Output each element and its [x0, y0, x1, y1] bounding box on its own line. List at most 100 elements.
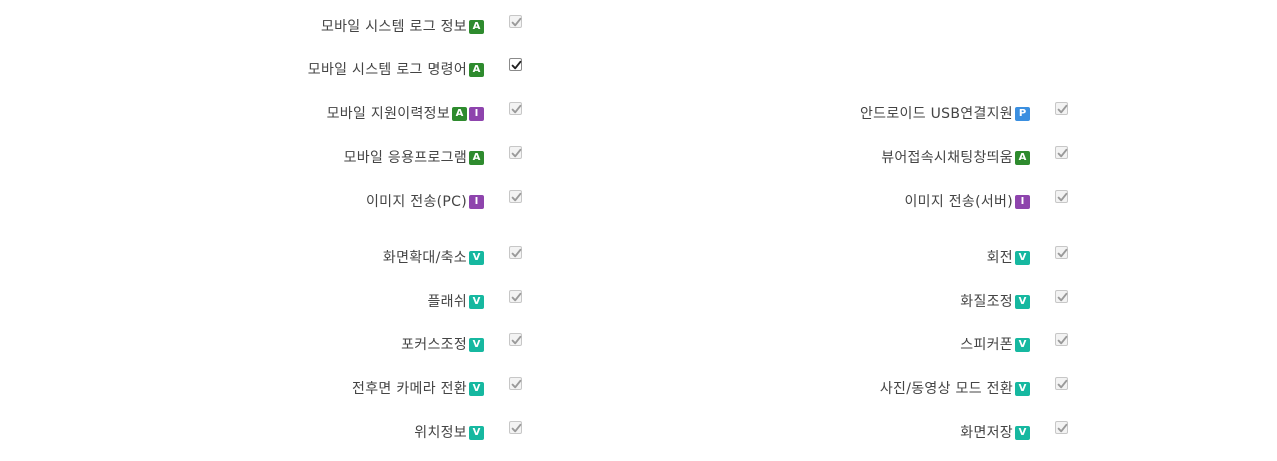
checkmark-icon	[1057, 104, 1068, 114]
platform-badge-v: V	[1015, 295, 1030, 309]
option-checkbox[interactable]	[509, 377, 522, 390]
left-option-row: 포커스조정 V	[0, 333, 540, 357]
option-checkbox[interactable]	[1055, 333, 1068, 346]
option-checkbox[interactable]	[509, 333, 522, 346]
checkmark-icon	[511, 423, 522, 433]
option-label-group: 스피커폰 V	[960, 337, 1030, 353]
platform-badge-a: A	[469, 20, 484, 34]
left-option-row: 모바일 응용프로그램 A	[0, 146, 540, 170]
checkmark-icon	[511, 17, 522, 27]
platform-badge-v: V	[469, 251, 484, 265]
left-option-row: 위치정보 V	[0, 421, 540, 445]
option-label-group: 이미지 전송(서버) I	[904, 194, 1030, 210]
checkmark-icon	[1057, 335, 1068, 345]
platform-badge-i: I	[1015, 195, 1030, 209]
checkmark-icon	[1057, 248, 1068, 258]
checkmark-icon	[511, 248, 522, 258]
checkmark-icon	[511, 104, 522, 114]
option-label: 뷰어접속시채팅창띄움	[881, 150, 1013, 166]
option-label: 이미지 전송(서버)	[904, 194, 1013, 210]
platform-badge-v: V	[469, 338, 484, 352]
checkmark-icon	[511, 379, 522, 389]
option-checkbox[interactable]	[509, 58, 522, 71]
left-option-row: 이미지 전송(PC) I	[0, 190, 540, 214]
platform-badge-i: I	[469, 107, 484, 121]
option-checkbox[interactable]	[1055, 377, 1068, 390]
option-label-group: 사진/동영상 모드 전환 V	[880, 381, 1030, 397]
option-label: 스피커폰	[960, 337, 1013, 353]
option-checkbox[interactable]	[509, 15, 522, 28]
option-label-group: 화질조정 V	[960, 294, 1030, 310]
platform-badge-a: A	[452, 107, 467, 121]
option-label-group: 모바일 지원이력정보 A I	[327, 106, 484, 122]
checkmark-icon	[1057, 423, 1068, 433]
option-label: 플래쉬	[427, 294, 467, 310]
left-option-row: 모바일 지원이력정보 A I	[0, 102, 540, 126]
left-option-row: 모바일 시스템 로그 명령어 A	[0, 58, 540, 82]
option-checkbox[interactable]	[509, 246, 522, 259]
platform-badge-a: A	[1015, 151, 1030, 165]
option-checkbox[interactable]	[509, 102, 522, 115]
checkmark-icon	[1057, 148, 1068, 158]
option-checkbox[interactable]	[1055, 190, 1068, 203]
right-option-row: 이미지 전송(서버) I	[600, 190, 1080, 214]
option-checkbox[interactable]	[1055, 146, 1068, 159]
platform-badge-v: V	[1015, 426, 1030, 440]
option-checkbox[interactable]	[1055, 102, 1068, 115]
option-label-group: 화면확대/축소 V	[383, 250, 484, 266]
checkmark-icon	[1057, 292, 1068, 302]
left-option-row: 화면확대/축소 V	[0, 246, 540, 270]
right-option-row: 화면저장 V	[600, 421, 1080, 445]
platform-badge-a: A	[469, 63, 484, 77]
checkmark-icon	[1057, 379, 1068, 389]
option-label-group: 포커스조정 V	[401, 337, 484, 353]
left-option-row: 모바일 시스템 로그 정보 A	[0, 15, 540, 39]
option-label-group: 플래쉬 V	[427, 294, 484, 310]
option-label: 모바일 시스템 로그 정보	[320, 19, 467, 35]
option-checkbox[interactable]	[1055, 246, 1068, 259]
checkmark-icon	[511, 335, 522, 345]
checkmark-icon	[511, 60, 522, 70]
right-option-row: 화질조정 V	[600, 290, 1080, 314]
platform-badge-v: V	[469, 382, 484, 396]
option-label-group: 화면저장 V	[960, 425, 1030, 441]
left-option-row: 플래쉬 V	[0, 290, 540, 314]
option-label-group: 모바일 시스템 로그 명령어 A	[308, 62, 484, 78]
checkmark-icon	[511, 192, 522, 202]
checkmark-icon	[511, 148, 522, 158]
platform-badge-i: I	[469, 195, 484, 209]
platform-badge-v: V	[469, 426, 484, 440]
option-checkbox[interactable]	[1055, 421, 1068, 434]
option-label: 사진/동영상 모드 전환	[879, 381, 1013, 397]
option-label-group: 이미지 전송(PC) I	[366, 194, 484, 210]
option-label: 안드로이드 USB연결지원	[859, 106, 1013, 122]
option-label-group: 뷰어접속시채팅창띄움 A	[881, 150, 1030, 166]
platform-badge-v: V	[1015, 251, 1030, 265]
option-checkbox[interactable]	[509, 421, 522, 434]
platform-badge-v: V	[1015, 338, 1030, 352]
option-label: 포커스조정	[401, 337, 467, 353]
right-option-row: 안드로이드 USB연결지원 P	[600, 102, 1080, 126]
option-label: 회전	[986, 250, 1013, 266]
option-label-group: 안드로이드 USB연결지원 P	[860, 106, 1030, 122]
left-option-row: 전후면 카메라 전환 V	[0, 377, 540, 401]
platform-badge-a: A	[469, 151, 484, 165]
option-label: 화질조정	[960, 294, 1013, 310]
option-label: 화면확대/축소	[382, 250, 467, 266]
right-option-row: 사진/동영상 모드 전환 V	[600, 377, 1080, 401]
option-checkbox[interactable]	[509, 146, 522, 159]
platform-badge-p: P	[1015, 107, 1030, 121]
checkmark-icon	[1057, 192, 1068, 202]
option-label-group: 전후면 카메라 전환 V	[352, 381, 484, 397]
option-label-group: 모바일 시스템 로그 정보 A	[321, 19, 484, 35]
option-checkbox[interactable]	[1055, 290, 1068, 303]
option-checkbox[interactable]	[509, 190, 522, 203]
option-label: 위치정보	[414, 425, 467, 441]
option-checkbox[interactable]	[509, 290, 522, 303]
option-label: 화면저장	[960, 425, 1013, 441]
right-option-row: 회전 V	[600, 246, 1080, 270]
option-label: 모바일 응용프로그램	[343, 150, 467, 166]
option-label-group: 회전 V	[987, 250, 1030, 266]
right-option-row: 스피커폰 V	[600, 333, 1080, 357]
option-label-group: 모바일 응용프로그램 A	[344, 150, 484, 166]
